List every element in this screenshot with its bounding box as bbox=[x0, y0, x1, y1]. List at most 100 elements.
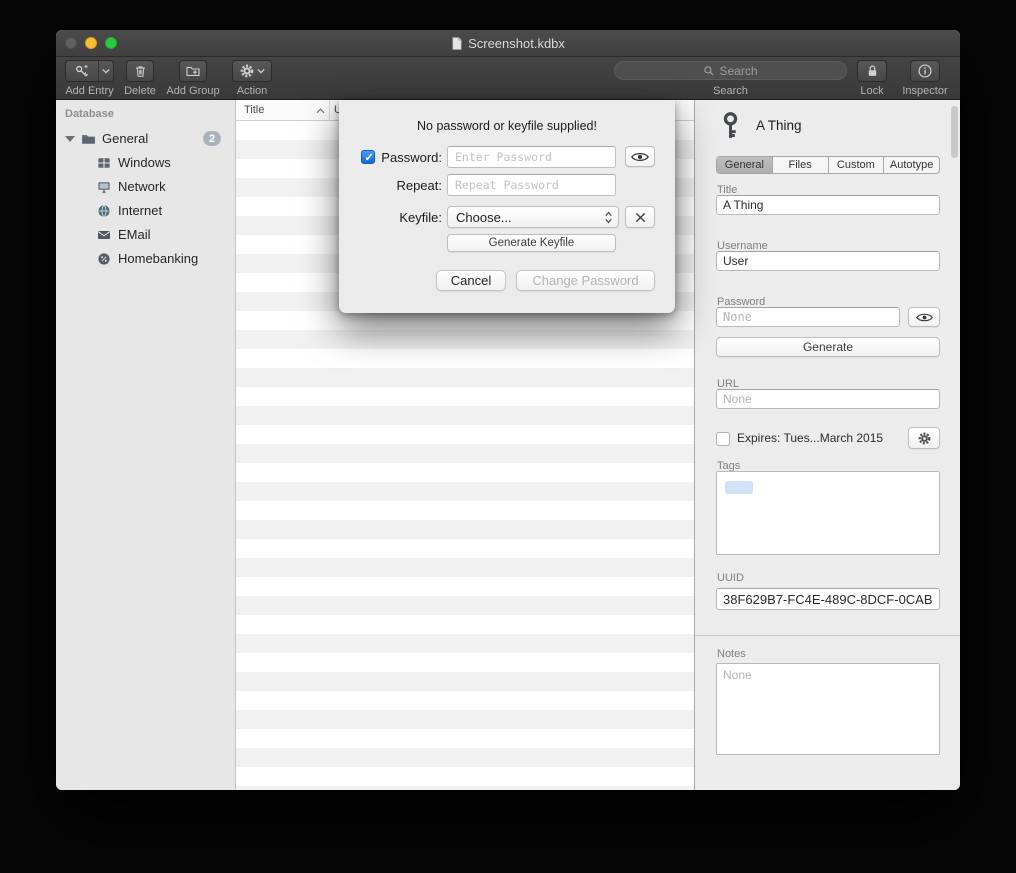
add-entry-button[interactable] bbox=[65, 60, 114, 82]
action-dropdown-icon bbox=[257, 68, 265, 74]
action-label: Action bbox=[232, 85, 272, 97]
tag-token[interactable] bbox=[725, 481, 753, 494]
search-input[interactable]: Search bbox=[614, 61, 847, 80]
sidebar-item-network[interactable]: Network bbox=[56, 176, 235, 198]
group-label: General bbox=[102, 131, 148, 146]
inspector-button[interactable] bbox=[910, 60, 940, 82]
sidebar-item-internet[interactable]: Internet bbox=[56, 200, 235, 222]
expires-options-button[interactable] bbox=[908, 427, 940, 449]
toolbar-item-inspector: Inspector bbox=[902, 57, 948, 100]
key-plus-icon bbox=[66, 63, 98, 79]
tab-files[interactable]: Files bbox=[773, 157, 829, 173]
show-password-button[interactable] bbox=[625, 146, 655, 167]
toolbar-item-search: Search Search bbox=[614, 57, 847, 100]
globe-icon bbox=[96, 203, 112, 219]
tab-custom[interactable]: Custom bbox=[829, 157, 885, 173]
notes-field-label: Notes bbox=[717, 648, 746, 660]
generate-keyfile-label: Generate Keyfile bbox=[489, 237, 575, 249]
column-header-title[interactable]: Title bbox=[244, 104, 264, 116]
add-group-button[interactable] bbox=[179, 60, 207, 82]
trash-icon bbox=[133, 63, 148, 79]
uuid-field-label: UUID bbox=[717, 572, 744, 584]
keyfile-popup[interactable]: Choose... bbox=[447, 206, 619, 228]
generate-password-button[interactable]: Generate bbox=[716, 337, 940, 357]
delete-button[interactable] bbox=[126, 60, 154, 82]
expires-checkbox[interactable] bbox=[716, 432, 730, 446]
username-field-value: User bbox=[723, 254, 748, 268]
password-label: Password: bbox=[339, 150, 442, 165]
tags-box[interactable] bbox=[716, 471, 940, 555]
url-field-placeholder: None bbox=[723, 392, 752, 406]
uuid-field-value: 38F629B7-FC4E-489C-8DCF-0CAB bbox=[723, 592, 933, 607]
change-password-button[interactable]: Change Password bbox=[516, 270, 655, 291]
app-window: Screenshot.kdbx Add Entry Delete bbox=[56, 30, 960, 790]
add-group-label: Add Group bbox=[164, 85, 222, 97]
search-label: Search bbox=[614, 85, 847, 97]
sidebar-section-header: Database bbox=[65, 108, 114, 120]
disclosure-triangle-icon[interactable] bbox=[65, 136, 75, 142]
lock-icon bbox=[865, 63, 880, 79]
eye-icon bbox=[631, 151, 649, 163]
chevrons-up-down-icon bbox=[604, 210, 613, 225]
group-label: Internet bbox=[118, 203, 162, 218]
sidebar-item-windows[interactable]: Windows bbox=[56, 152, 235, 174]
generate-keyfile-button[interactable]: Generate Keyfile bbox=[447, 234, 616, 252]
gear-icon bbox=[917, 431, 932, 446]
inspector-tabs: General Files Custom Autotype bbox=[716, 156, 940, 174]
sidebar-item-email[interactable]: EMail bbox=[56, 224, 235, 246]
folder-icon bbox=[80, 131, 97, 147]
coin-percent-icon bbox=[96, 251, 112, 267]
search-icon bbox=[703, 65, 715, 77]
sort-ascending-icon bbox=[316, 108, 325, 114]
expires-label: Expires: Tues...March 2015 bbox=[737, 431, 883, 445]
reveal-password-button[interactable] bbox=[908, 307, 940, 327]
titlebar: Screenshot.kdbx bbox=[56, 30, 960, 57]
title-field[interactable]: A Thing bbox=[716, 195, 940, 215]
mail-icon bbox=[96, 227, 112, 243]
inspector-panel: A Thing General Files Custom Autotype Ti… bbox=[694, 100, 960, 790]
password-field[interactable]: None bbox=[716, 307, 900, 327]
toolbar-item-add-entry: Add Entry bbox=[65, 57, 114, 100]
password-field-placeholder: None bbox=[723, 310, 752, 324]
column-divider[interactable] bbox=[329, 100, 330, 121]
search-placeholder: Search bbox=[719, 64, 757, 78]
keyfile-label: Keyfile: bbox=[339, 210, 442, 225]
entry-count-badge: 2 bbox=[203, 131, 221, 146]
title-area: Screenshot.kdbx bbox=[56, 30, 960, 56]
notes-box[interactable]: None bbox=[716, 663, 940, 755]
eye-icon bbox=[916, 312, 933, 323]
add-entry-dropdown-icon[interactable] bbox=[99, 68, 113, 74]
generate-button-label: Generate bbox=[803, 340, 853, 354]
repeat-label: Repeat: bbox=[339, 178, 442, 193]
repeat-password-input[interactable]: Repeat Password bbox=[447, 174, 616, 196]
folder-plus-icon bbox=[185, 63, 201, 79]
inspector-scrollbar[interactable] bbox=[951, 106, 958, 158]
group-label: EMail bbox=[118, 227, 151, 242]
url-field[interactable]: None bbox=[716, 389, 940, 409]
cancel-button[interactable]: Cancel bbox=[436, 270, 506, 291]
notes-placeholder: None bbox=[723, 668, 752, 682]
add-entry-label: Add Entry bbox=[65, 85, 114, 97]
tab-general[interactable]: General bbox=[717, 157, 773, 173]
sidebar-item-homebanking[interactable]: Homebanking bbox=[56, 248, 235, 270]
change-password-sheet: No password or keyfile supplied! Passwor… bbox=[339, 100, 675, 313]
lock-button[interactable] bbox=[857, 60, 887, 82]
gear-icon bbox=[239, 63, 255, 79]
username-field[interactable]: User bbox=[716, 251, 940, 271]
clear-keyfile-button[interactable] bbox=[625, 206, 655, 228]
repeat-password-placeholder: Repeat Password bbox=[455, 178, 559, 192]
enter-password-input[interactable]: Enter Password bbox=[447, 146, 616, 168]
tab-autotype[interactable]: Autotype bbox=[884, 157, 939, 173]
uuid-field[interactable]: 38F629B7-FC4E-489C-8DCF-0CAB bbox=[716, 588, 940, 610]
toolbar-item-delete: Delete bbox=[118, 57, 162, 100]
windows-icon bbox=[96, 155, 112, 171]
x-icon bbox=[634, 211, 647, 224]
action-button[interactable] bbox=[232, 60, 272, 82]
sidebar-item-general[interactable]: General 2 bbox=[56, 128, 235, 150]
toolbar-item-add-group: Add Group bbox=[164, 57, 222, 100]
toolbar-item-action: Action bbox=[232, 57, 272, 100]
change-password-button-label: Change Password bbox=[532, 273, 638, 288]
window-title: Screenshot.kdbx bbox=[468, 36, 565, 51]
toolbar-item-lock: Lock bbox=[852, 57, 892, 100]
enter-password-placeholder: Enter Password bbox=[455, 150, 552, 164]
